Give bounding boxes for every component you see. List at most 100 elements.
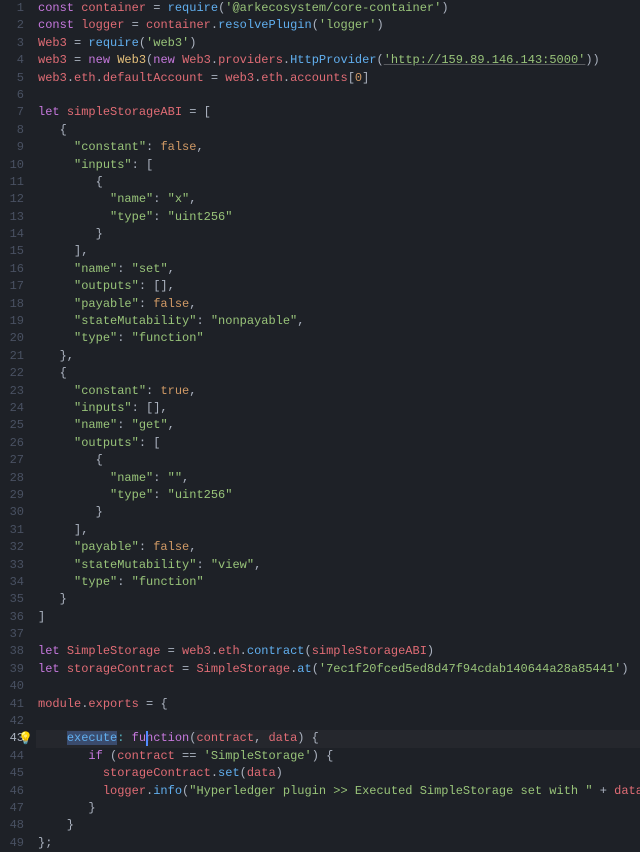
code-token: ) — [621, 662, 628, 676]
code-token: : — [117, 262, 131, 276]
code-token — [38, 401, 74, 415]
code-line[interactable]: } — [38, 504, 640, 521]
code-line[interactable]: { — [38, 174, 640, 191]
code-line[interactable]: "type": "uint256" — [38, 209, 640, 226]
code-token: set — [218, 766, 240, 780]
code-line[interactable] — [38, 87, 640, 104]
code-token: : — [153, 210, 167, 224]
code-line[interactable]: "name": "set", — [38, 261, 640, 278]
code-token: { — [38, 175, 103, 189]
code-line[interactable]: web3 = new Web3(new Web3.providers.HttpP… — [38, 52, 640, 69]
code-line[interactable]: "stateMutability": "nonpayable", — [38, 313, 640, 330]
code-token: . — [67, 71, 74, 85]
code-line[interactable]: storageContract.set(data) — [38, 765, 640, 782]
code-line[interactable]: "type": "uint256" — [38, 487, 640, 504]
code-token: simpleStorageABI — [67, 105, 182, 119]
code-token: "function" — [132, 331, 204, 345]
code-line[interactable]: { — [38, 122, 640, 139]
code-token — [38, 488, 110, 502]
code-line[interactable]: logger.info("Hyperledger plugin >> Execu… — [38, 783, 640, 800]
code-line[interactable]: "constant": true, — [38, 383, 640, 400]
line-number: 31 — [0, 522, 24, 539]
code-token — [38, 731, 67, 745]
code-line[interactable]: module.exports = { — [38, 696, 640, 713]
code-token: ) { — [297, 731, 319, 745]
line-number: 25 — [0, 417, 24, 434]
code-token: = — [124, 18, 146, 32]
line-number: 5 — [0, 70, 24, 87]
code-line[interactable]: let storageContract = SimpleStorage.at('… — [38, 661, 640, 678]
line-number: 40 — [0, 678, 24, 695]
code-line[interactable]: if (contract == 'SimpleStorage') { — [38, 748, 640, 765]
code-token: logger — [103, 784, 146, 798]
code-line[interactable]: } — [38, 226, 640, 243]
code-line[interactable]: } — [38, 817, 640, 834]
code-line[interactable]: } — [38, 800, 640, 817]
code-line[interactable]: Web3 = require('web3') — [38, 35, 640, 52]
code-line[interactable]: "inputs": [], — [38, 400, 640, 417]
code-token: [ — [348, 71, 355, 85]
code-editor[interactable]: 1234567891011121314151617181920212223242… — [0, 0, 640, 852]
code-token — [38, 384, 74, 398]
code-token: : — [117, 418, 131, 432]
line-number: 18 — [0, 296, 24, 313]
code-line[interactable]: "outputs": [ — [38, 435, 640, 452]
code-line[interactable]: 💡 execute: function(contract, data) { — [36, 730, 640, 747]
code-token: function — [132, 731, 190, 745]
code-line[interactable]: "type": "function" — [38, 574, 640, 591]
code-line[interactable]: ] — [38, 609, 640, 626]
code-line[interactable]: { — [38, 365, 640, 382]
code-token — [38, 192, 110, 206]
code-token: }, — [38, 349, 74, 363]
code-line[interactable]: "outputs": [], — [38, 278, 640, 295]
code-token: "name" — [110, 192, 153, 206]
code-token: == — [175, 749, 204, 763]
code-token: "uint256" — [168, 210, 233, 224]
code-token: ) — [427, 644, 434, 658]
code-line[interactable]: const container = require('@arkecosystem… — [38, 0, 640, 17]
code-line[interactable]: "constant": false, — [38, 139, 640, 156]
code-token: : [ — [139, 436, 161, 450]
code-token: "name" — [110, 471, 153, 485]
code-token: if — [88, 749, 102, 763]
code-token: "type" — [110, 488, 153, 502]
code-line[interactable]: "name": "get", — [38, 417, 640, 434]
line-number: 38 — [0, 643, 24, 660]
code-line[interactable]: let SimpleStorage = web3.eth.contract(si… — [38, 643, 640, 660]
code-token: . — [211, 766, 218, 780]
line-number: 4 — [0, 52, 24, 69]
code-token: data — [614, 784, 640, 798]
code-line[interactable]: "inputs": [ — [38, 157, 640, 174]
code-line[interactable]: { — [38, 452, 640, 469]
code-token: = — [175, 662, 197, 676]
code-token: . — [96, 71, 103, 85]
code-line[interactable] — [38, 626, 640, 643]
code-token: . — [283, 71, 290, 85]
code-line[interactable]: "stateMutability": "view", — [38, 557, 640, 574]
code-line[interactable]: "type": "function" — [38, 330, 640, 347]
code-line[interactable] — [38, 678, 640, 695]
code-token: = { — [139, 697, 168, 711]
code-line[interactable]: ], — [38, 243, 640, 260]
code-line[interactable]: const logger = container.resolvePlugin('… — [38, 17, 640, 34]
code-token: execute — [67, 731, 117, 745]
code-line[interactable]: "name": "", — [38, 470, 640, 487]
code-token: eth — [74, 71, 96, 85]
code-line[interactable]: let simpleStorageABI = [ — [38, 104, 640, 121]
code-line[interactable]: }, — [38, 348, 640, 365]
code-token: const — [38, 1, 81, 15]
code-line[interactable]: "payable": false, — [38, 539, 640, 556]
code-line[interactable]: "name": "x", — [38, 191, 640, 208]
code-line[interactable]: ], — [38, 522, 640, 539]
lightbulb-icon[interactable]: 💡 — [18, 731, 33, 748]
code-line[interactable]: "payable": false, — [38, 296, 640, 313]
code-line[interactable]: } — [38, 591, 640, 608]
code-area[interactable]: const container = require('@arkecosystem… — [38, 0, 640, 852]
code-token — [38, 418, 74, 432]
code-line[interactable] — [38, 713, 640, 730]
code-line[interactable]: }; — [38, 835, 640, 852]
code-line[interactable]: web3.eth.defaultAccount = web3.eth.accou… — [38, 70, 640, 87]
code-token: } — [38, 592, 67, 606]
code-token: contract — [117, 749, 175, 763]
code-token: providers — [218, 53, 283, 67]
